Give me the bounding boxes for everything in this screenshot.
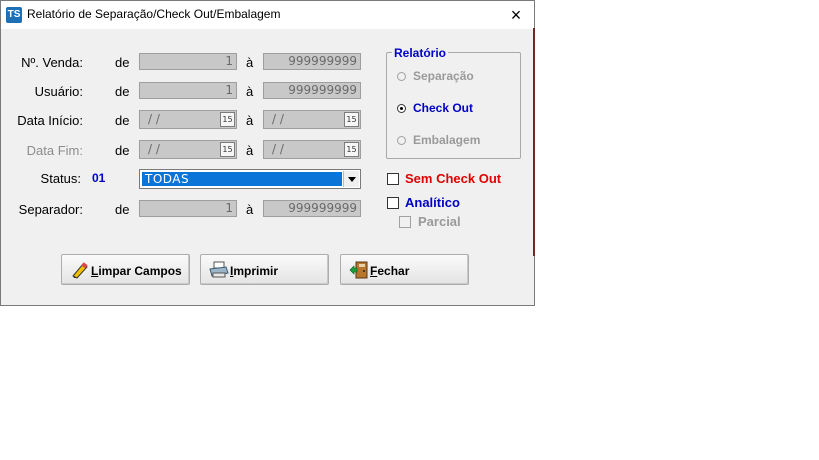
analitico-label: Analítico: [405, 195, 460, 210]
sem-check-out-checkbox[interactable]: [387, 173, 399, 185]
imprimir-label: Imprimir: [230, 264, 278, 278]
usuario-from-field[interactable]: 1: [139, 82, 237, 99]
separacao-radio[interactable]: [397, 72, 406, 81]
venda-to-field[interactable]: 999999999: [263, 53, 361, 70]
fechar-button[interactable]: Fechar: [340, 254, 469, 285]
chevron-down-icon[interactable]: [343, 171, 359, 187]
calendar-icon[interactable]: 15: [220, 142, 235, 157]
exit-door-icon: [349, 261, 368, 279]
title-bar[interactable]: TS Relatório de Separação/Check Out/Emba…: [1, 1, 534, 29]
usuario-to-field[interactable]: 999999999: [263, 82, 361, 99]
data-inicio-to-value: / /: [272, 112, 284, 126]
data-fim-to-field[interactable]: / / 15: [263, 140, 361, 159]
analitico-checkbox[interactable]: [387, 197, 399, 209]
usuario-de-label: de: [115, 84, 130, 99]
usuario-label: Usuário:: [34, 84, 83, 99]
eraser-pencil-icon: [72, 262, 88, 279]
status-code: 01: [92, 171, 106, 185]
data-fim-from-field[interactable]: / / 15: [139, 140, 237, 159]
separacao-radio-label: Separação: [413, 69, 474, 83]
check-out-radio[interactable]: [397, 104, 406, 113]
data-inicio-de-label: de: [115, 113, 130, 128]
venda-from-field[interactable]: 1: [139, 53, 237, 70]
venda-label: Nº. Venda:: [21, 55, 83, 70]
status-selected-value: TODAS: [142, 172, 342, 186]
embalagem-radio[interactable]: [397, 136, 406, 145]
data-inicio-from-field[interactable]: / / 15: [139, 110, 237, 129]
fechar-label: Fechar: [370, 264, 409, 278]
separador-to-field[interactable]: 999999999: [263, 200, 361, 217]
app-logo-icon: TS: [6, 7, 22, 23]
data-inicio-label: Data Início:: [17, 113, 83, 128]
data-fim-de-label: de: [115, 143, 130, 158]
separador-label: Separador:: [18, 202, 83, 217]
data-fim-label: Data Fim:: [26, 143, 83, 158]
data-inicio-to-field[interactable]: / / 15: [263, 110, 361, 129]
parcial-label: Parcial: [418, 214, 461, 229]
parcial-checkbox[interactable]: [399, 216, 411, 228]
limpar-campos-button[interactable]: Limpar Campos: [61, 254, 190, 285]
separador-de-label: de: [115, 202, 130, 217]
calendar-icon[interactable]: 15: [220, 112, 235, 127]
separador-from-field[interactable]: 1: [139, 200, 237, 217]
imprimir-rest: mprimir: [233, 264, 279, 278]
data-fim-to-value: / /: [272, 142, 284, 156]
check-out-radio-label: Check Out: [413, 101, 474, 115]
window-edge: [533, 28, 535, 256]
data-inicio-a-label: à: [246, 113, 254, 128]
data-inicio-from-value: / /: [148, 112, 160, 126]
usuario-a-label: à: [246, 84, 254, 99]
calendar-icon[interactable]: 15: [344, 142, 359, 157]
data-fim-a-label: à: [246, 143, 254, 158]
sem-check-out-label: Sem Check Out: [405, 171, 502, 186]
embalagem-radio-label: Embalagem: [413, 133, 481, 147]
fechar-rest: echar: [377, 264, 410, 278]
close-button[interactable]: ×: [504, 4, 528, 26]
relatorio-group-title: Relatório: [392, 46, 449, 60]
limpar-campos-label: Limpar Campos: [91, 264, 182, 278]
data-fim-from-value: / /: [148, 142, 160, 156]
venda-a-label: à: [246, 55, 254, 70]
printer-icon: [209, 261, 229, 278]
venda-de-label: de: [115, 55, 130, 70]
window-title: Relatório de Separação/Check Out/Embalag…: [27, 7, 281, 21]
imprimir-button[interactable]: Imprimir: [200, 254, 329, 285]
status-label: Status:: [40, 171, 81, 186]
calendar-icon[interactable]: 15: [344, 112, 359, 127]
separador-a-label: à: [246, 202, 254, 217]
status-select[interactable]: TODAS: [139, 169, 361, 189]
limpar-rest: impar Campos: [98, 264, 182, 278]
